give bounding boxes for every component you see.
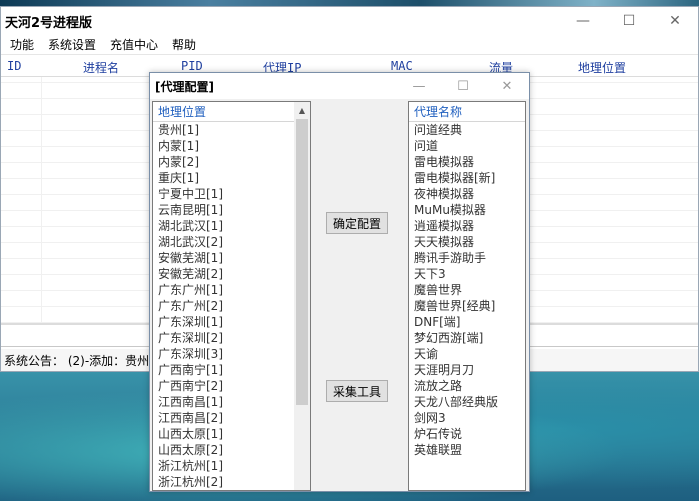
proxy-list-item[interactable]: 炉石传说 — [409, 426, 525, 442]
proxy-list-item[interactable]: 魔兽世界 — [409, 282, 525, 298]
dialog-minimize-icon[interactable]: — — [397, 73, 441, 99]
location-list-item[interactable]: 内蒙[2] — [153, 154, 310, 170]
title-bar[interactable]: 天河2号进程版 — ☐ ✕ — [1, 7, 698, 35]
proxy-config-dialog: [代理配置] — ☐ ✕ 地理位置 贵州[1] 内蒙[1] 内蒙[2] 重庆[1] 宁夏… — [149, 72, 530, 492]
column-location[interactable]: 地理位置 — [578, 59, 626, 76]
collect-tool-button[interactable]: 采集工具 — [326, 380, 388, 402]
location-list-item[interactable]: 山西太原[2] — [153, 442, 310, 458]
location-list-item[interactable]: 江西南昌[1] — [153, 394, 310, 410]
location-list-item[interactable]: 贵州[1] — [153, 122, 310, 138]
location-listbox[interactable]: 地理位置 贵州[1] 内蒙[1] 内蒙[2] 重庆[1] 宁夏中卫[1] 云南昆明[1] 湖… — [152, 101, 311, 491]
proxy-list-item[interactable]: 天龙八部经典版 — [409, 394, 525, 410]
location-list-item[interactable]: 广东深圳[3] — [153, 346, 310, 362]
column-mac[interactable]: MAC — [391, 59, 413, 73]
location-list-item[interactable]: 广东深圳[1] — [153, 314, 310, 330]
proxy-list-item[interactable]: 问道 — [409, 138, 525, 154]
proxy-list-item[interactable]: 剑网3 — [409, 410, 525, 426]
location-list-item[interactable]: 浙江杭州[1] — [153, 458, 310, 474]
dialog-title: [代理配置] — [155, 79, 214, 94]
minimize-icon[interactable]: — — [560, 7, 606, 35]
location-list: 贵州[1] 内蒙[1] 内蒙[2] 重庆[1] 宁夏中卫[1] 云南昆明[1] 湖北武汉[1… — [153, 122, 310, 490]
menu-system-settings[interactable]: 系统设置 — [41, 36, 103, 53]
location-list-item[interactable]: 广西南宁[1] — [153, 362, 310, 378]
proxy-list-item[interactable]: 腾讯手游助手 — [409, 250, 525, 266]
location-list-item[interactable]: 广东广州[1] — [153, 282, 310, 298]
location-list-item[interactable]: 宁夏中卫[1] — [153, 186, 310, 202]
location-list-item[interactable]: 重庆[1] — [153, 170, 310, 186]
scroll-up-icon[interactable]: ▲ — [294, 102, 310, 118]
proxy-list-item[interactable]: 雷电模拟器[新] — [409, 170, 525, 186]
proxy-list-item[interactable]: 英雄联盟 — [409, 442, 525, 458]
dialog-maximize-icon[interactable]: ☐ — [441, 73, 485, 99]
location-list-item[interactable]: 湖北武汉[1] — [153, 218, 310, 234]
location-list-item[interactable]: 山西太原[1] — [153, 426, 310, 442]
proxy-list-item[interactable]: 夜神模拟器 — [409, 186, 525, 202]
location-list-item[interactable]: 安徽芜湖[1] — [153, 250, 310, 266]
location-list-item[interactable]: 湖北武汉[2] — [153, 234, 310, 250]
location-list-item[interactable]: 广东广州[2] — [153, 298, 310, 314]
proxy-list-item[interactable]: 天谕 — [409, 346, 525, 362]
proxy-list-item[interactable]: 问道经典 — [409, 122, 525, 138]
proxy-list-item[interactable]: 魔兽世界[经典] — [409, 298, 525, 314]
proxy-list-item[interactable]: DNF[端] — [409, 314, 525, 330]
location-list-item[interactable]: 广东深圳[2] — [153, 330, 310, 346]
proxy-list-item[interactable]: 逍遥模拟器 — [409, 218, 525, 234]
dialog-close-icon[interactable]: ✕ — [485, 73, 529, 99]
column-id[interactable]: ID — [7, 59, 21, 73]
location-list-item[interactable]: 内蒙[1] — [153, 138, 310, 154]
window-title: 天河2号进程版 — [5, 15, 93, 31]
proxy-list-item[interactable]: 天下3 — [409, 266, 525, 282]
location-list-item[interactable]: 安徽芜湖[2] — [153, 266, 310, 282]
location-list-item[interactable]: 云南昆明[1] — [153, 202, 310, 218]
menu-help[interactable]: 帮助 — [165, 36, 203, 53]
proxy-list-item[interactable]: 天天模拟器 — [409, 234, 525, 250]
status-announcement: 系统公告： (2)-添加：贵州 — [4, 353, 150, 368]
grid-divider — [41, 77, 42, 323]
column-pid[interactable]: PID — [181, 59, 203, 73]
proxy-list: 问道经典 问道 雷电模拟器 雷电模拟器[新] 夜神模拟器 MuMu模拟器 逍遥模拟器 天天模拟… — [409, 122, 525, 458]
location-list-item[interactable]: 江西南昌[2] — [153, 410, 310, 426]
location-list-item[interactable]: 浙江杭州[2] — [153, 474, 310, 490]
menu-function[interactable]: 功能 — [3, 36, 41, 53]
proxy-list-item[interactable]: 雷电模拟器 — [409, 154, 525, 170]
location-list-header: 地理位置 — [153, 102, 310, 122]
dialog-title-bar[interactable]: [代理配置] — ☐ ✕ — [150, 73, 529, 99]
maximize-icon[interactable]: ☐ — [606, 7, 652, 35]
location-scrollbar[interactable]: ▲ — [294, 102, 310, 490]
proxy-list-item[interactable]: MuMu模拟器 — [409, 202, 525, 218]
proxy-name-listbox[interactable]: 代理名称 问道经典 问道 雷电模拟器 雷电模拟器[新] 夜神模拟器 MuMu模拟器 逍遥模拟… — [408, 101, 526, 491]
proxy-list-header: 代理名称 — [409, 102, 525, 122]
location-list-item[interactable]: 广西南宁[2] — [153, 378, 310, 394]
proxy-list-item[interactable]: 梦幻西游[端] — [409, 330, 525, 346]
proxy-list-item[interactable]: 流放之路 — [409, 378, 525, 394]
menu-recharge-center[interactable]: 充值中心 — [103, 36, 165, 53]
column-process-name[interactable]: 进程名 — [83, 59, 119, 76]
close-icon[interactable]: ✕ — [652, 7, 698, 35]
menu-bar: 功能 系统设置 充值中心 帮助 — [1, 35, 698, 55]
confirm-config-button[interactable]: 确定配置 — [326, 212, 388, 234]
proxy-list-item[interactable]: 天涯明月刀 — [409, 362, 525, 378]
scroll-thumb[interactable] — [296, 119, 308, 405]
